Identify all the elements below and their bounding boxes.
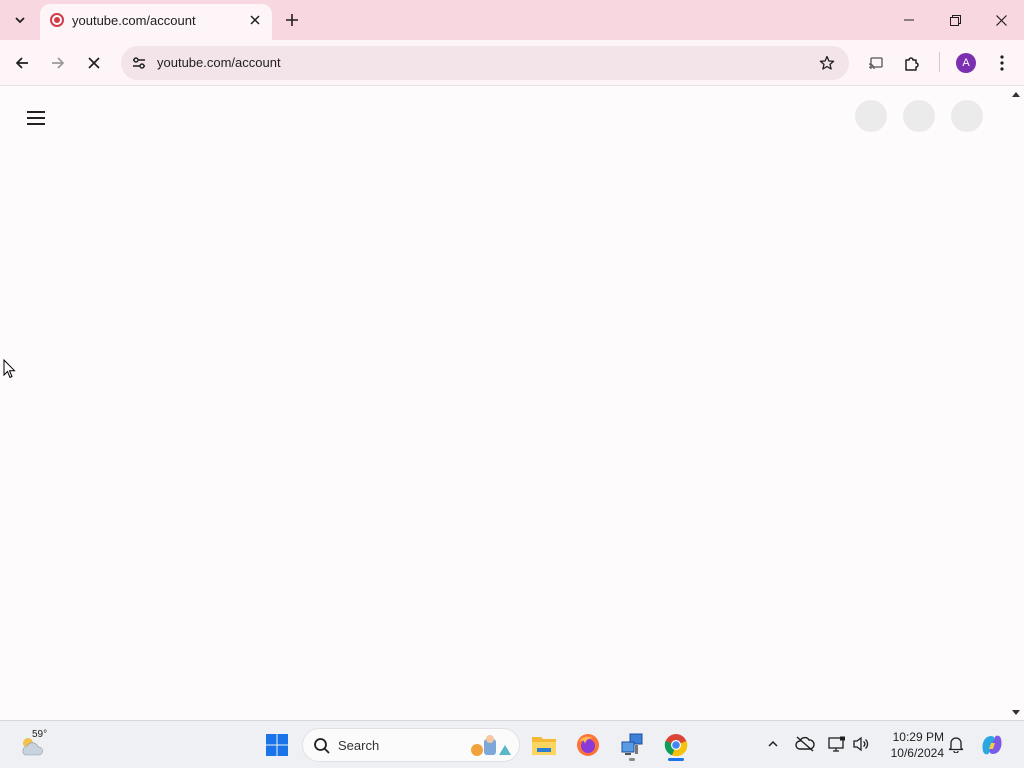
bell-icon	[948, 737, 964, 753]
notifications-button[interactable]	[945, 733, 967, 755]
hamburger-line	[27, 111, 45, 113]
more-vertical-icon	[1000, 55, 1004, 71]
clock-time: 10:29 PM	[892, 730, 944, 744]
youtube-favicon-icon	[50, 13, 64, 27]
clock-date: 10/6/2024	[890, 746, 944, 760]
bookmark-button[interactable]	[815, 51, 839, 75]
address-bar-url: youtube.com/account	[157, 55, 281, 70]
address-bar[interactable]: youtube.com/account	[121, 46, 849, 80]
browser-toolbar: youtube.com/account A	[0, 40, 1024, 86]
weather-temperature: 59°	[32, 729, 48, 740]
taskbar-search-box[interactable]: Search	[302, 728, 520, 762]
arrow-left-icon	[15, 57, 28, 69]
chevron-down-icon	[15, 17, 25, 24]
loading-placeholder-circle	[951, 100, 983, 132]
extensions-button[interactable]	[897, 48, 927, 78]
taskbar-search-label: Search	[338, 738, 380, 753]
toolbar-divider	[939, 52, 940, 72]
chrome-taskbar-button[interactable]	[658, 727, 694, 763]
firefox-taskbar-button[interactable]	[570, 727, 606, 763]
forward-button[interactable]	[43, 48, 73, 78]
arrow-right-icon	[52, 57, 65, 69]
hamburger-line	[27, 117, 45, 119]
show-hidden-icons-button[interactable]	[762, 733, 784, 755]
puzzle-icon	[905, 57, 919, 71]
chevron-up-icon	[768, 740, 778, 747]
volume-tray-button[interactable]	[850, 733, 872, 755]
file-explorer-taskbar-button[interactable]	[526, 727, 562, 763]
cast-button[interactable]	[861, 48, 891, 78]
tab-search-button[interactable]	[8, 8, 32, 32]
active-app-indicator	[668, 758, 684, 761]
folder-icon	[532, 737, 556, 755]
windows-taskbar: 59° Search 10:29 PM 10/6/2024	[0, 720, 1024, 768]
onedrive-tray-button[interactable]	[794, 733, 816, 755]
chrome-menu-button[interactable]	[987, 48, 1017, 78]
search-highlight-illustration-icon	[471, 735, 511, 756]
tab-close-button[interactable]	[246, 11, 264, 29]
back-button[interactable]	[7, 48, 37, 78]
restore-button[interactable]	[932, 0, 978, 40]
minimize-icon	[904, 19, 914, 21]
firefox-icon	[577, 734, 599, 756]
loading-placeholder-circle	[855, 100, 887, 132]
mouse-pointer-icon	[3, 359, 16, 379]
copilot-icon	[982, 735, 1002, 755]
speaker-icon	[853, 736, 869, 752]
search-icon	[314, 738, 330, 754]
plus-icon	[286, 14, 298, 26]
close-icon	[88, 57, 100, 69]
running-indicator	[629, 758, 635, 761]
start-button[interactable]	[259, 727, 295, 763]
tab-title: youtube.com/account	[72, 13, 196, 28]
new-tab-button[interactable]	[280, 8, 304, 32]
network-tray-button[interactable]	[826, 733, 848, 755]
taskbar-clock[interactable]: 10:29 PM 10/6/2024	[880, 729, 944, 761]
close-window-button[interactable]	[978, 0, 1024, 40]
network-computers-icon	[621, 733, 643, 755]
network-app-taskbar-button[interactable]	[614, 727, 650, 763]
stop-loading-button[interactable]	[79, 48, 109, 78]
close-icon	[995, 14, 1007, 26]
loading-placeholder-circle	[903, 100, 935, 132]
scrollbar-down-arrow[interactable]	[1012, 710, 1020, 715]
site-info-button[interactable]	[127, 51, 151, 75]
weather-widget[interactable]: 59°	[18, 727, 58, 763]
guide-menu-button[interactable]	[22, 104, 50, 132]
page-viewport	[0, 87, 1024, 720]
browser-tab-strip: youtube.com/account	[0, 0, 1024, 40]
minimize-button[interactable]	[886, 0, 932, 40]
profile-avatar[interactable]: A	[956, 53, 976, 73]
windows-logo-icon	[266, 734, 288, 756]
tune-icon	[133, 57, 145, 69]
copilot-button[interactable]	[974, 727, 1010, 763]
cloud-off-icon	[795, 736, 815, 752]
browser-tab-active[interactable]: youtube.com/account	[40, 4, 272, 40]
hamburger-line	[27, 123, 45, 125]
scrollbar-up-arrow[interactable]	[1012, 92, 1020, 97]
close-icon	[250, 15, 260, 25]
restore-icon	[949, 14, 961, 26]
star-icon	[819, 55, 835, 70]
chrome-icon	[664, 734, 688, 757]
monitor-network-icon	[828, 736, 845, 752]
cast-icon	[868, 57, 883, 70]
